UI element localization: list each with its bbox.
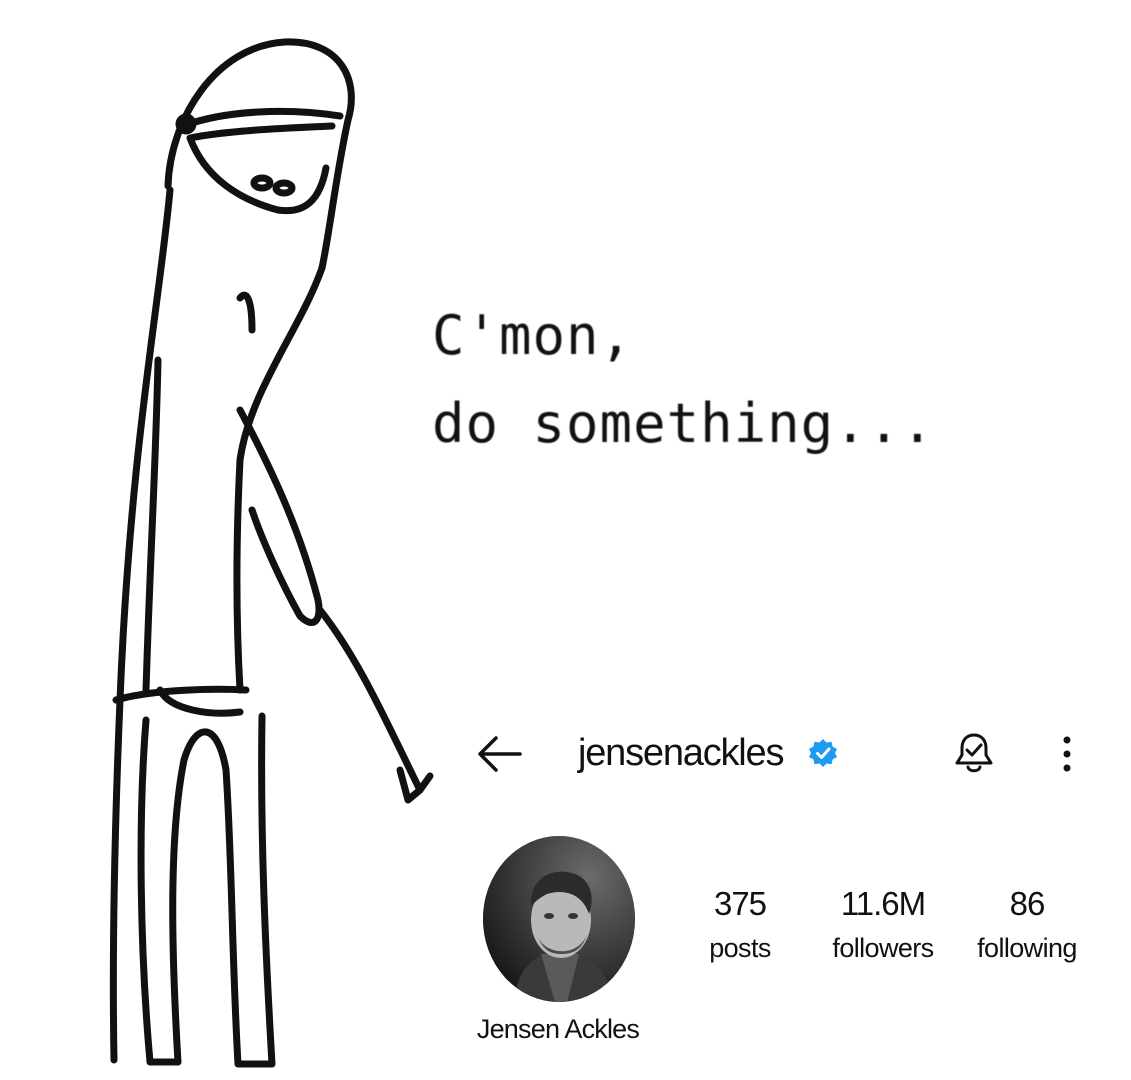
- figure-arm: [236, 406, 323, 626]
- profile-username: jensenackles: [578, 732, 784, 774]
- figure-belt: [112, 685, 250, 717]
- profile-display-name: Jensen Ackles: [476, 1014, 640, 1044]
- instagram-profile-header: jensenackles Jensen Ackles 375 posts 11.…: [462, 700, 1131, 1080]
- following-label: following: [977, 933, 1077, 963]
- profile-avatar[interactable]: [483, 836, 635, 1002]
- more-vertical-icon[interactable]: [1052, 732, 1082, 776]
- bell-check-icon[interactable]: [952, 732, 996, 776]
- stat-following[interactable]: 86 following: [970, 884, 1084, 968]
- figure-stick: [316, 606, 424, 794]
- caption-line-2: do something...: [432, 392, 935, 455]
- figure-eye-right: [272, 179, 296, 197]
- followers-label: followers: [832, 933, 934, 963]
- meme-caption: C'mon, do something...: [432, 292, 935, 468]
- following-count: 86: [1009, 885, 1046, 922]
- profile-top-bar: jensenackles: [462, 726, 1102, 780]
- figure-hat: [179, 107, 344, 215]
- posts-label: posts: [709, 933, 771, 963]
- posts-count: 375: [713, 885, 767, 922]
- avatar-photo: [483, 836, 635, 1002]
- back-arrow-icon[interactable]: [476, 732, 524, 776]
- verified-badge-icon: [809, 739, 837, 767]
- stat-posts[interactable]: 375 posts: [700, 884, 780, 968]
- caption-line-1: C'mon,: [432, 304, 634, 367]
- figure-legs: [137, 712, 276, 1068]
- followers-count: 11.6M: [840, 885, 926, 922]
- figure-eye-left: [250, 174, 274, 192]
- stat-followers[interactable]: 11.6M followers: [826, 884, 940, 968]
